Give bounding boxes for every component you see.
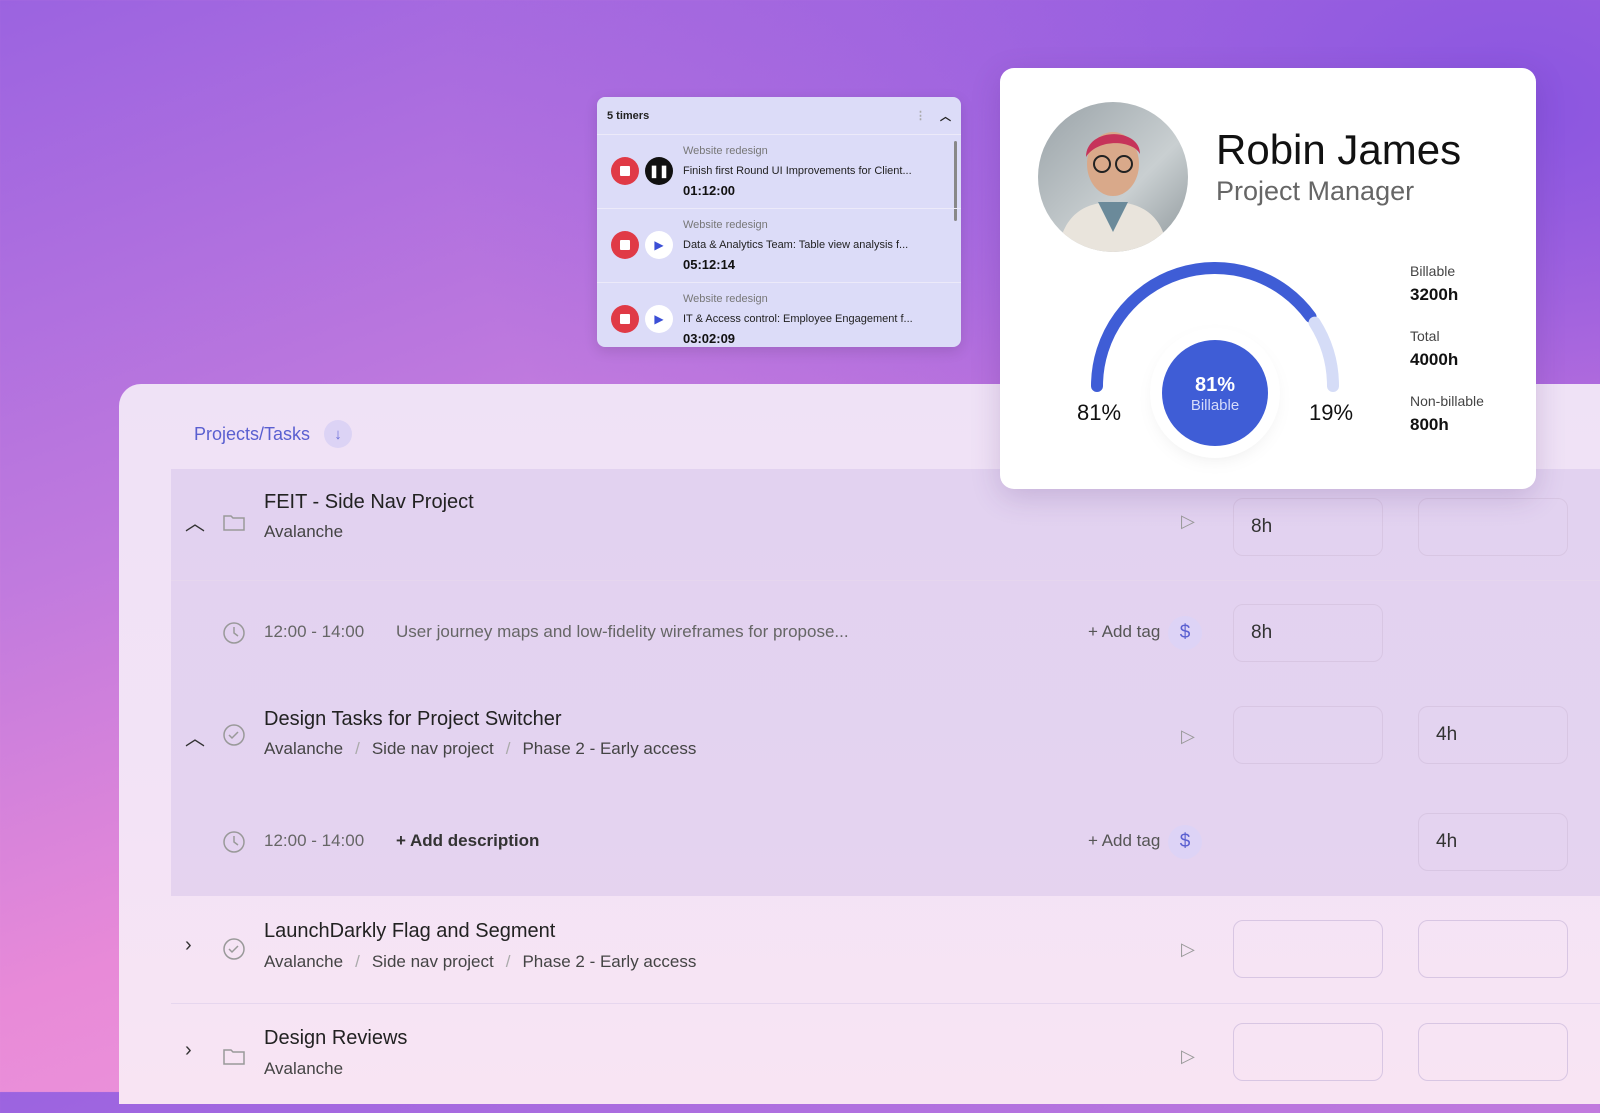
play-icon[interactable]: ▷ bbox=[1181, 511, 1195, 532]
hours-input[interactable] bbox=[1233, 1023, 1383, 1081]
timer-project: Website redesign bbox=[683, 145, 768, 157]
entry-description[interactable]: User journey maps and low-fidelity wiref… bbox=[396, 622, 849, 642]
project-path: Avalanche bbox=[264, 1059, 344, 1078]
timer-task: IT & Access control: Employee Engagement… bbox=[683, 313, 913, 325]
profile-card: Robin James Project Manager 81% Billable… bbox=[1000, 68, 1536, 489]
task-title: Design Tasks for Project Switcher bbox=[264, 708, 562, 730]
pause-button[interactable]: ❚❚ bbox=[645, 157, 673, 185]
play-icon[interactable]: ▷ bbox=[1181, 939, 1195, 960]
task-row[interactable]: › LaunchDarkly Flag and Segment Avalanch… bbox=[171, 896, 1600, 1003]
path-item[interactable]: Side nav project bbox=[372, 739, 494, 758]
drag-handle-icon[interactable]: ⋮ bbox=[915, 109, 926, 122]
stat-label: Billable bbox=[1410, 263, 1456, 279]
clock-icon bbox=[223, 831, 245, 853]
play-icon[interactable]: ▷ bbox=[1181, 1046, 1195, 1067]
timer-duration: 05:12:14 bbox=[683, 257, 736, 272]
projects-panel: Projects/Tasks ↓ ︿ FEIT - Side Nav Proje… bbox=[119, 384, 1600, 1104]
timer-item[interactable]: ▶ Website redesign Data & Analytics Team… bbox=[597, 209, 961, 283]
play-icon[interactable]: ▷ bbox=[1181, 726, 1195, 747]
timer-item[interactable]: ▶ Website redesign IT & Access control: … bbox=[597, 283, 961, 347]
stop-button[interactable] bbox=[611, 157, 639, 185]
stat-value: 800h bbox=[1410, 415, 1449, 434]
hours-input[interactable]: 4h bbox=[1418, 706, 1568, 764]
billable-dollar-icon[interactable]: $ bbox=[1168, 825, 1202, 859]
timer-duration: 03:02:09 bbox=[683, 331, 736, 346]
billable-percent-label: 81% bbox=[1077, 400, 1122, 425]
path-item[interactable]: Avalanche bbox=[264, 739, 343, 758]
path-item[interactable]: Avalanche bbox=[264, 952, 343, 971]
arrow-down-icon[interactable]: ↓ bbox=[324, 420, 353, 448]
timer-project: Website redesign bbox=[683, 293, 768, 305]
task-path: Avalanche / Side nav project / Phase 2 - Ear… bbox=[264, 952, 697, 971]
center-value: 81% bbox=[1194, 374, 1236, 396]
stop-button[interactable] bbox=[611, 231, 639, 259]
timers-count: 5 timers bbox=[607, 109, 650, 122]
stat-value: 3200h bbox=[1410, 285, 1459, 304]
task-row[interactable]: ︿ Design Tasks for Project Switcher Aval… bbox=[171, 686, 1600, 795]
project-title: FEIT - Side Nav Project bbox=[264, 491, 474, 513]
project-title: Design Reviews bbox=[264, 1027, 408, 1049]
entry-time: 12:00 - 14:00 bbox=[264, 831, 365, 850]
hours-input[interactable]: 8h bbox=[1233, 498, 1383, 556]
stat-label: Total bbox=[1410, 328, 1440, 344]
play-button[interactable]: ▶ bbox=[645, 305, 673, 333]
timer-project: Website redesign bbox=[683, 219, 768, 231]
check-circle-icon bbox=[223, 724, 245, 746]
projects-tasks-sort[interactable]: Projects/Tasks ↓ bbox=[194, 420, 353, 448]
entry-time: 12:00 - 14:00 bbox=[264, 622, 365, 641]
timer-task: Finish first Round UI Improvements for C… bbox=[683, 165, 912, 177]
hours-input[interactable]: 4h bbox=[1418, 813, 1568, 871]
timer-task: Data & Analytics Team: Table view analys… bbox=[683, 239, 909, 251]
timer-item[interactable]: ❚❚ Website redesign Finish first Round U… bbox=[597, 135, 961, 209]
hours-input[interactable] bbox=[1418, 1023, 1568, 1081]
stat-value: 4000h bbox=[1410, 350, 1459, 369]
folder-icon bbox=[223, 515, 245, 531]
projects-tasks-header: Projects/Tasks bbox=[194, 423, 311, 444]
chevron-up-icon[interactable]: ︿ bbox=[185, 722, 205, 751]
billable-center-badge: 81% Billable bbox=[1162, 340, 1268, 446]
hours-input[interactable] bbox=[1233, 920, 1383, 978]
center-label: Billable bbox=[1190, 397, 1240, 414]
hours-input[interactable]: 8h bbox=[1233, 604, 1383, 662]
chevron-up-icon[interactable]: ︿ bbox=[185, 507, 205, 536]
hours-input[interactable] bbox=[1418, 498, 1568, 556]
stop-button[interactable] bbox=[611, 305, 639, 333]
hours-input[interactable] bbox=[1233, 706, 1383, 764]
chevron-up-icon[interactable]: ︿ bbox=[940, 108, 951, 124]
add-tag-button[interactable]: + Add tag bbox=[1088, 622, 1160, 642]
billable-dollar-icon[interactable]: $ bbox=[1168, 616, 1202, 650]
task-title: LaunchDarkly Flag and Segment bbox=[264, 920, 556, 942]
path-item[interactable]: Phase 2 - Early access bbox=[522, 952, 696, 971]
chevron-right-icon[interactable]: › bbox=[185, 1039, 192, 1062]
nonbillable-percent-label: 19% bbox=[1309, 400, 1354, 425]
stat-label: Non-billable bbox=[1410, 393, 1484, 409]
clock-icon bbox=[223, 622, 245, 644]
task-path: Avalanche / Side nav project / Phase 2 - Ear… bbox=[264, 739, 697, 758]
play-button[interactable]: ▶ bbox=[645, 231, 673, 259]
folder-icon bbox=[223, 1049, 245, 1065]
time-entry-row[interactable]: 12:00 - 14:00 User journey maps and low-… bbox=[171, 580, 1600, 686]
check-circle-icon bbox=[223, 938, 245, 960]
project-row[interactable]: › Design Reviews Avalanche ▷ bbox=[171, 1003, 1600, 1113]
nonbillable-arc bbox=[1308, 316, 1339, 392]
add-description-button[interactable]: + Add description bbox=[396, 831, 539, 851]
hours-input[interactable] bbox=[1418, 920, 1568, 978]
path-item[interactable]: Phase 2 - Early access bbox=[522, 739, 696, 758]
timers-widget: 5 timers ⋮ ︿ ❚❚ Website redesign Finish fi… bbox=[597, 97, 961, 347]
chevron-right-icon[interactable]: › bbox=[185, 934, 192, 957]
timer-duration: 01:12:00 bbox=[683, 183, 736, 198]
time-entry-row[interactable]: 12:00 - 14:00 + Add description + Add ta… bbox=[171, 795, 1600, 896]
path-item[interactable]: Side nav project bbox=[372, 952, 494, 971]
project-path: Avalanche bbox=[264, 522, 344, 541]
add-tag-button[interactable]: + Add tag bbox=[1088, 831, 1160, 851]
